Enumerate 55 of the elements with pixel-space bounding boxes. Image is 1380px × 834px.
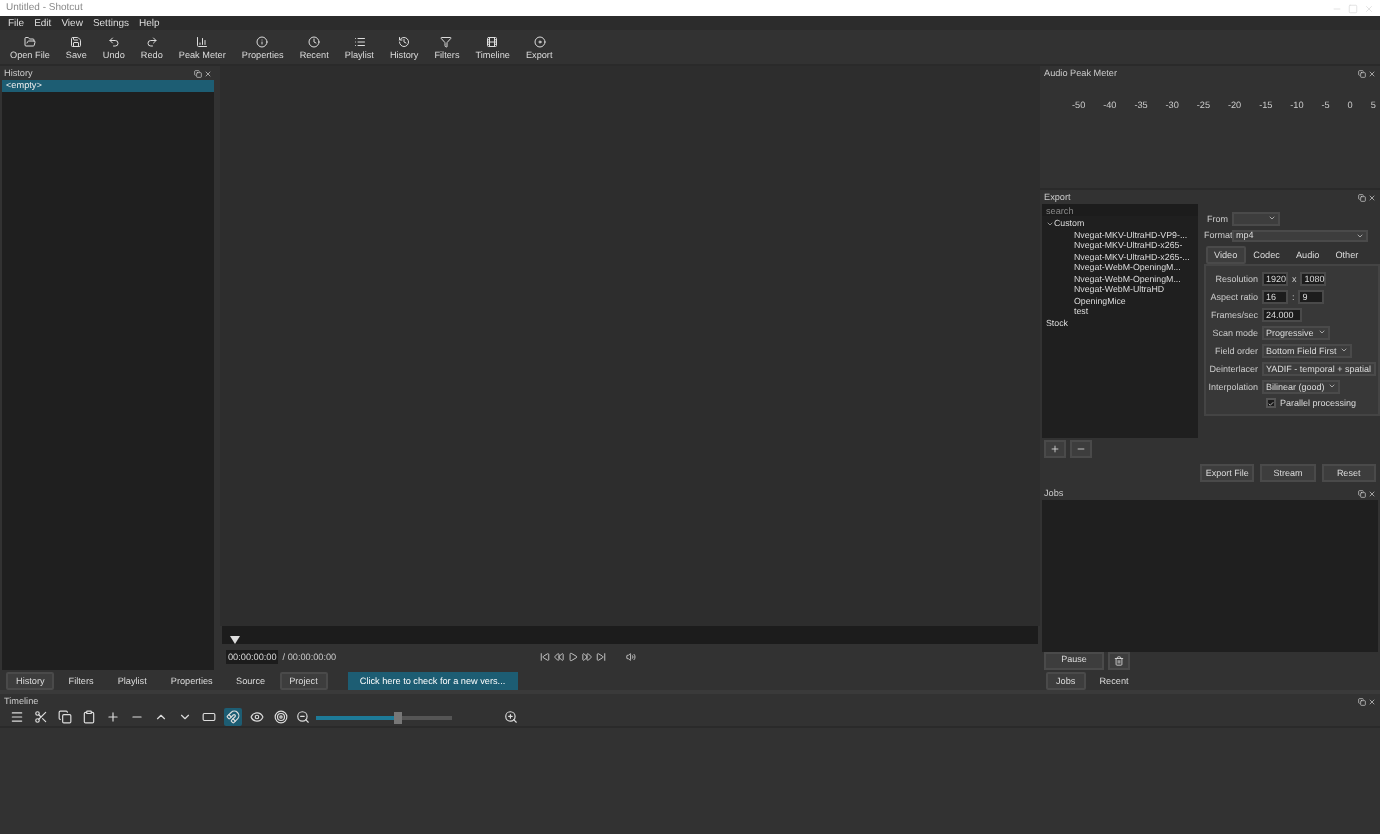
up-icon — [154, 710, 168, 724]
timeline-tool-button[interactable] — [80, 708, 98, 726]
timeline-tool-button[interactable] — [32, 708, 50, 726]
volume-icon[interactable] — [626, 652, 637, 662]
undo-icon — [107, 35, 120, 47]
skip-forward-icon[interactable] — [596, 652, 607, 662]
remove-button[interactable] — [1070, 440, 1092, 458]
disc-icon — [533, 35, 546, 47]
minus-icon — [1076, 444, 1086, 454]
overwrite-icon — [202, 710, 216, 724]
play-icon[interactable] — [568, 652, 579, 662]
folder-icon — [23, 35, 36, 47]
snap-button[interactable] — [224, 708, 242, 726]
minus-icon — [130, 710, 144, 724]
fast-forward-icon[interactable] — [582, 652, 593, 662]
timeline-tool-button[interactable] — [56, 708, 74, 726]
playhead-icon[interactable] — [230, 636, 240, 644]
float-icon[interactable] — [1358, 69, 1366, 77]
filter-icon — [440, 35, 453, 47]
float-icon[interactable] — [194, 69, 202, 77]
down-icon — [178, 710, 192, 724]
meter-icon — [196, 35, 209, 47]
menu-icon — [10, 710, 24, 724]
timeline-tool-button[interactable] — [104, 708, 122, 726]
slider-thumb[interactable] — [393, 711, 402, 723]
float-icon[interactable] — [1358, 697, 1366, 705]
delete-button[interactable] — [1108, 652, 1130, 670]
scissors-icon — [34, 710, 48, 724]
trash-icon — [1114, 656, 1124, 666]
checkbox[interactable] — [1266, 398, 1276, 408]
clock-icon — [308, 35, 321, 47]
add-button[interactable] — [1044, 440, 1066, 458]
eye-icon — [250, 710, 264, 724]
magnet-icon — [226, 710, 240, 724]
copy-icon — [58, 710, 72, 724]
float-icon[interactable] — [1358, 489, 1366, 497]
list-icon — [353, 35, 366, 47]
zoom-out-icon[interactable] — [296, 710, 310, 724]
timeline-tool-button[interactable] — [248, 708, 266, 726]
timeline-tool-button[interactable] — [272, 708, 290, 726]
redo-icon — [145, 35, 158, 47]
timeline-tool-button[interactable] — [8, 708, 26, 726]
info-icon — [256, 35, 269, 47]
plus-icon — [106, 710, 120, 724]
save-icon — [70, 35, 83, 47]
rewind-icon[interactable] — [554, 652, 565, 662]
clipboard-icon — [82, 710, 96, 724]
float-icon[interactable] — [1358, 193, 1366, 201]
film-icon — [486, 35, 499, 47]
plus-icon — [1050, 444, 1060, 454]
zoom-in-icon[interactable] — [504, 710, 518, 724]
skip-back-icon[interactable] — [540, 652, 551, 662]
timeline-tool-button[interactable] — [200, 708, 218, 726]
target-icon — [274, 710, 288, 724]
history-icon — [398, 35, 411, 47]
